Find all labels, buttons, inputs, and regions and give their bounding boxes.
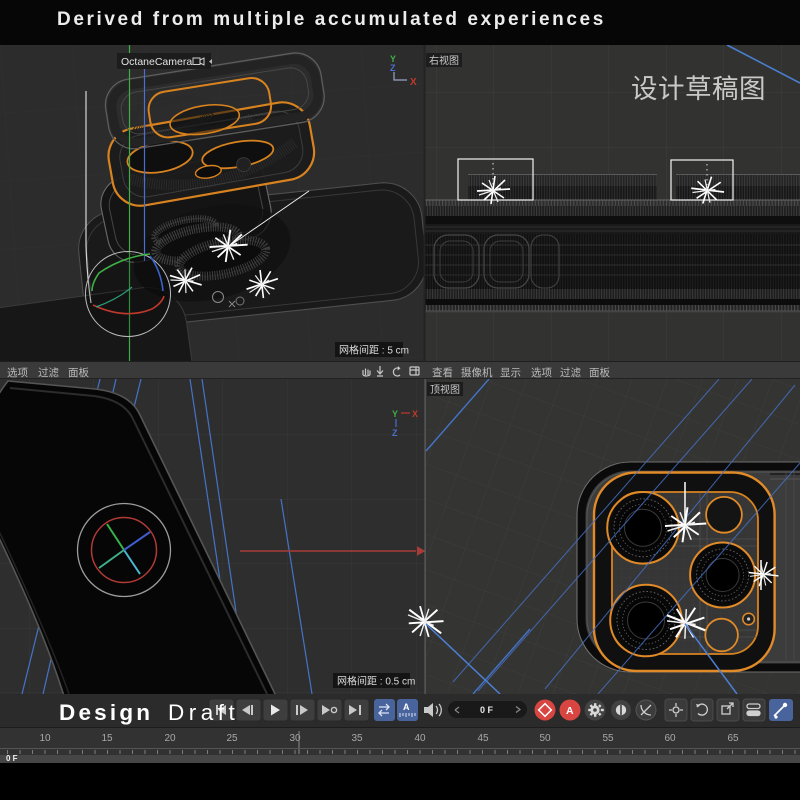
svg-text:OctaneCamera: OctaneCamera: [121, 56, 192, 68]
svg-text:0 F: 0 F: [480, 705, 494, 715]
svg-text:Y: Y: [392, 409, 398, 419]
svg-text:Z: Z: [390, 63, 396, 73]
svg-text:右视图: 右视图: [429, 54, 459, 67]
svg-text:网格间距 : 5 cm: 网格间距 : 5 cm: [339, 344, 409, 357]
svg-text:A: A: [566, 705, 574, 717]
svg-text:A: A: [403, 702, 410, 712]
svg-text:顶视图: 顶视图: [430, 383, 460, 396]
svg-text:X: X: [410, 77, 417, 88]
svg-text:X: X: [412, 409, 418, 419]
svg-text:Z: Z: [392, 428, 398, 438]
svg-text:设计草稿图: 设计草稿图: [631, 74, 766, 104]
svg-text:网格间距 : 0.5 cm: 网格间距 : 0.5 cm: [337, 675, 415, 688]
